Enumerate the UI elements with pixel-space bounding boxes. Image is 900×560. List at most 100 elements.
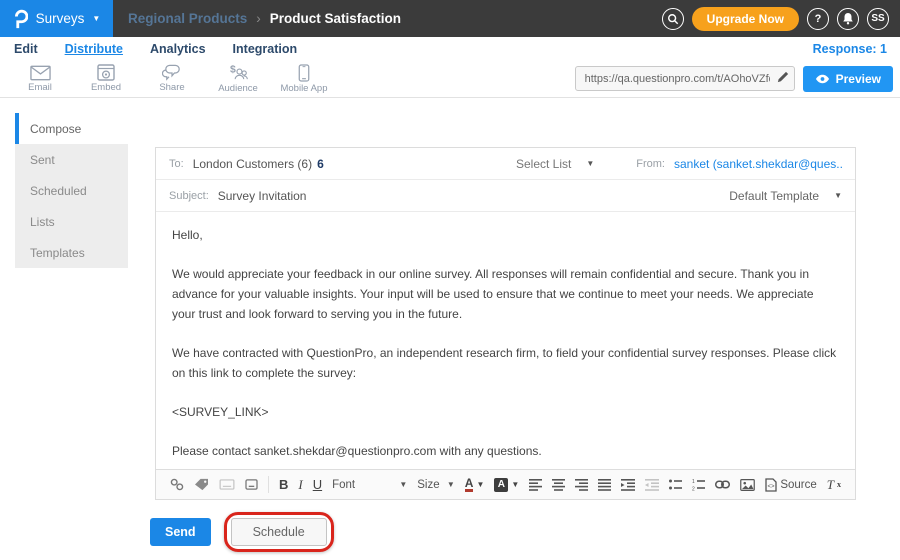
audience-icon: $ bbox=[228, 64, 249, 82]
chevron-down-icon: ▼ bbox=[399, 481, 407, 489]
search-button[interactable] bbox=[662, 8, 684, 30]
to-recipient-count[interactable]: 6 bbox=[317, 157, 324, 171]
template-dropdown[interactable]: Default Template ▼ bbox=[729, 189, 842, 203]
indent-increase-icon bbox=[621, 479, 635, 491]
bold-button[interactable]: B bbox=[279, 477, 288, 492]
keyboard-icon bbox=[219, 479, 235, 490]
from-value[interactable]: sanket (sanket.shekdar@ques... bbox=[674, 157, 842, 171]
chevron-down-icon: ▼ bbox=[476, 481, 484, 489]
button-insert-button[interactable] bbox=[245, 479, 258, 490]
distribute-email-button[interactable]: Email bbox=[7, 65, 73, 93]
insert-variable-button[interactable] bbox=[170, 478, 184, 491]
subject-row: Subject: Survey Invitation Default Templ… bbox=[156, 180, 855, 212]
tab-edit[interactable]: Edit bbox=[14, 42, 38, 56]
upgrade-now-button[interactable]: Upgrade Now bbox=[692, 7, 799, 31]
survey-url-input[interactable] bbox=[575, 66, 795, 91]
distribute-audience-button[interactable]: $ Audience bbox=[205, 64, 271, 94]
keyboard-button[interactable] bbox=[219, 479, 235, 490]
to-value[interactable]: London Customers (6) bbox=[193, 157, 312, 171]
editor-toolbar: B I U Font ▼ Size ▼ A ▼ A ▼ bbox=[156, 469, 855, 499]
svg-text:$: $ bbox=[229, 64, 235, 75]
pencil-icon bbox=[777, 71, 789, 83]
avatar[interactable]: SS bbox=[867, 8, 889, 30]
body-paragraph: We would appreciate your feedback in our… bbox=[172, 264, 839, 324]
tab-analytics[interactable]: Analytics bbox=[150, 42, 206, 56]
preview-button[interactable]: Preview bbox=[803, 66, 893, 92]
sidebar-item-templates[interactable]: Templates bbox=[15, 237, 128, 268]
align-right-icon bbox=[575, 479, 588, 491]
indent-decrease-icon bbox=[645, 479, 659, 491]
align-center-button[interactable] bbox=[552, 479, 565, 491]
tag-button[interactable] bbox=[194, 478, 209, 491]
numbered-list-icon: 12 bbox=[692, 479, 705, 491]
share-icon bbox=[162, 64, 183, 81]
bulleted-list-icon bbox=[669, 479, 682, 491]
remove-format-button[interactable]: Tx bbox=[827, 477, 841, 493]
sidebar-item-compose[interactable]: Compose bbox=[15, 113, 128, 144]
subject-label: Subject: bbox=[169, 190, 209, 202]
button-icon bbox=[245, 479, 258, 490]
sidebar-item-lists[interactable]: Lists bbox=[15, 206, 128, 237]
toolbar-divider bbox=[268, 476, 269, 493]
svg-text:1: 1 bbox=[692, 479, 695, 485]
background-color-button[interactable]: A ▼ bbox=[494, 478, 519, 492]
align-right-button[interactable] bbox=[575, 479, 588, 491]
bulleted-list-button[interactable] bbox=[669, 479, 682, 491]
sidebar-item-scheduled[interactable]: Scheduled bbox=[15, 175, 128, 206]
survey-url-group: Preview bbox=[575, 66, 893, 92]
schedule-button[interactable]: Schedule bbox=[231, 518, 327, 546]
distribute-toolbar: Email Embed Share $ Audience Mobile App … bbox=[0, 60, 900, 98]
embed-icon bbox=[97, 64, 115, 81]
tab-integration[interactable]: Integration bbox=[233, 42, 298, 56]
breadcrumb-parent[interactable]: Regional Products bbox=[128, 11, 247, 26]
send-button[interactable]: Send bbox=[150, 518, 211, 546]
distribute-share-button[interactable]: Share bbox=[139, 64, 205, 93]
insert-link-button[interactable] bbox=[715, 480, 730, 489]
align-center-icon bbox=[552, 479, 565, 491]
body-paragraph: Please contact sanket.shekdar@questionpr… bbox=[172, 441, 839, 461]
subject-input[interactable]: Survey Invitation bbox=[218, 189, 307, 203]
mobile-app-icon bbox=[298, 64, 310, 82]
font-dropdown[interactable]: Font ▼ bbox=[332, 479, 407, 491]
source-button[interactable]: <> Source bbox=[765, 478, 816, 492]
size-dropdown[interactable]: Size ▼ bbox=[417, 479, 455, 491]
schedule-highlight-annotation: Schedule bbox=[224, 512, 334, 552]
insert-image-button[interactable] bbox=[740, 479, 755, 491]
underline-button[interactable]: U bbox=[313, 477, 322, 492]
breadcrumb: Regional Products › Product Satisfaction bbox=[128, 11, 401, 26]
surveys-menu[interactable]: Surveys ▼ bbox=[0, 0, 113, 37]
image-icon bbox=[740, 479, 755, 491]
tab-distribute[interactable]: Distribute bbox=[65, 42, 123, 56]
distribute-mobile-app-button[interactable]: Mobile App bbox=[271, 64, 337, 94]
topbar-actions: Upgrade Now ? SS bbox=[662, 7, 900, 31]
to-row: To: London Customers (6) 6 Select List ▼… bbox=[156, 148, 855, 180]
link-icon bbox=[715, 480, 730, 489]
text-color-button[interactable]: A ▼ bbox=[465, 478, 485, 492]
body-paragraph: <SURVEY_LINK> bbox=[172, 402, 839, 422]
survey-tabs: Edit Distribute Analytics Integration Re… bbox=[0, 37, 900, 60]
help-button[interactable]: ? bbox=[807, 8, 829, 30]
italic-button[interactable]: I bbox=[298, 477, 302, 493]
notifications-button[interactable] bbox=[837, 8, 859, 30]
justify-button[interactable] bbox=[598, 479, 611, 491]
bell-icon bbox=[842, 12, 854, 25]
response-count[interactable]: Response: 1 bbox=[813, 42, 900, 56]
chevron-down-icon: ▼ bbox=[92, 15, 100, 23]
svg-text:<>: <> bbox=[768, 484, 776, 490]
chevron-down-icon: ▼ bbox=[834, 191, 842, 200]
align-left-button[interactable] bbox=[529, 479, 542, 491]
select-list-dropdown[interactable]: Select List ▼ bbox=[516, 157, 594, 171]
compose-actions: Send Schedule bbox=[150, 512, 334, 552]
decrease-indent-button[interactable] bbox=[645, 479, 659, 491]
distribute-embed-button[interactable]: Embed bbox=[73, 64, 139, 93]
breadcrumb-separator-icon: › bbox=[256, 11, 261, 26]
sidebar-item-sent[interactable]: Sent bbox=[15, 144, 128, 175]
surveys-menu-label: Surveys bbox=[36, 11, 85, 26]
edit-url-button[interactable] bbox=[777, 71, 789, 83]
numbered-list-button[interactable]: 12 bbox=[692, 479, 705, 491]
svg-text:2: 2 bbox=[692, 486, 695, 491]
email-body-editor[interactable]: Hello, We would appreciate your feedback… bbox=[156, 212, 855, 469]
chevron-down-icon: ▼ bbox=[586, 159, 594, 168]
increase-indent-button[interactable] bbox=[621, 479, 635, 491]
to-label: To: bbox=[169, 158, 184, 170]
